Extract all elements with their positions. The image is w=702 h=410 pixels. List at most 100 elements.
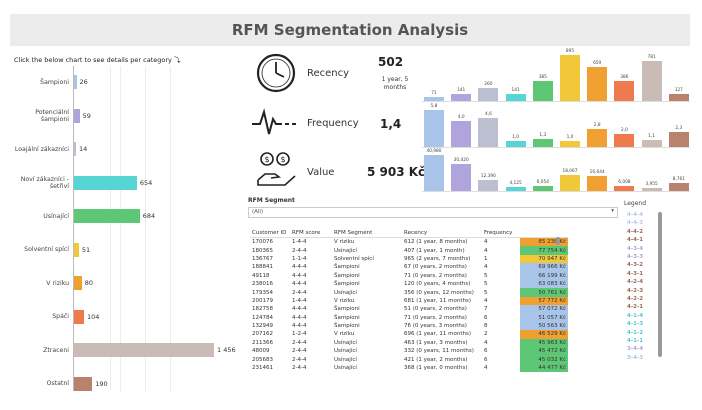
legend-item[interactable]: 4-1-3	[627, 321, 643, 327]
legend-item[interactable]: 4-3-2	[627, 262, 643, 268]
legend-item[interactable]: 4-1-4	[627, 313, 643, 319]
segment-bar[interactable]	[74, 276, 82, 290]
table-cell: 170076	[252, 239, 273, 246]
table-cell: V riziku	[334, 331, 355, 338]
table-row[interactable]: 180365 2-4-4 Usínající 407 (1 year, 1 month…	[250, 246, 568, 255]
table-row[interactable]: 200179 1-4-4 V riziku 681 (1 year, 11 month…	[250, 296, 568, 306]
table-cell: 1-1-4	[292, 255, 307, 262]
col-recency[interactable]: Recency	[402, 228, 482, 238]
legend-item[interactable]: 4-2-2	[627, 296, 643, 302]
metric-bar[interactable]	[478, 180, 499, 191]
metric-bar[interactable]	[505, 93, 526, 101]
legend-item[interactable]: 4-4-3	[627, 220, 643, 226]
metric-bar[interactable]	[668, 94, 689, 101]
metric-bar[interactable]	[424, 155, 444, 191]
legend-item[interactable]: 3-4-4	[627, 346, 643, 352]
table-cell: 6	[484, 314, 488, 321]
segment-bar[interactable]	[74, 75, 77, 89]
table-cell: 4-4-4	[292, 323, 307, 330]
table-cell: Usínající	[334, 348, 357, 355]
segment-bar[interactable]	[74, 108, 80, 123]
table-cell: 4	[484, 247, 488, 254]
segment-bar[interactable]	[74, 343, 214, 357]
metric-bar[interactable]	[641, 139, 662, 147]
segment-bar[interactable]	[74, 242, 79, 257]
metric-bar[interactable]	[424, 97, 444, 101]
legend-item[interactable]: 4-2-1	[627, 304, 643, 310]
table-row[interactable]: 231461 2-4-4 Usínající 368 (1 year, 0 month…	[250, 363, 568, 373]
col-customer-id[interactable]: Customer ID	[250, 228, 290, 238]
table-scrollbar[interactable]	[556, 237, 560, 245]
legend-item[interactable]: 4-3-4	[627, 246, 643, 252]
legend-item[interactable]: 4-4-4	[627, 212, 643, 218]
table-row[interactable]: 179354 2-4-4 Usínající 356 (0 years, 12 mon…	[250, 288, 568, 297]
metric-bar[interactable]	[587, 129, 608, 147]
table-row[interactable]: 132949 4-4-4 Šampioni 76 (0 years, 3 months…	[250, 321, 568, 331]
table-row[interactable]: 124784 4-4-4 Šampioni 71 (0 years, 2 months…	[250, 313, 568, 322]
table-cell: 4	[484, 339, 488, 346]
table-cell: 1	[484, 255, 488, 262]
metric-bar[interactable]	[641, 60, 662, 101]
segment-bar[interactable]	[74, 209, 140, 223]
bar-value-label: 1 456	[217, 346, 236, 354]
table-row[interactable]: 49118 4-4-4 Šampioni 71 (0 years, 2 months)…	[250, 271, 568, 280]
legend-item[interactable]: 4-2-3	[627, 288, 643, 294]
table-row[interactable]: 205683 2-4-4 Usínající 421 (1 year, 2 month…	[250, 355, 568, 364]
legend-item[interactable]: 4-3-1	[627, 271, 643, 277]
table-cell: 46 529 Kč	[520, 330, 568, 339]
table-row[interactable]: 211366 2-4-4 Usínající 463 (1 year, 3 month…	[250, 338, 568, 348]
table-cell: 211366	[252, 339, 273, 346]
metric-bar[interactable]	[668, 183, 689, 191]
metric-bar[interactable]	[505, 187, 526, 191]
metric-bar[interactable]	[641, 187, 662, 191]
metric-bar[interactable]	[560, 140, 580, 147]
col-frequency[interactable]: Frequency	[482, 228, 520, 238]
table-row[interactable]: 188841 4-4-4 Šampioni 67 (0 years, 2 months…	[250, 263, 568, 272]
metric-bar[interactable]	[560, 175, 580, 191]
metric-bar[interactable]	[560, 55, 580, 101]
table-row[interactable]: 48009 2-4-4 Usínající 332 (0 years, 11 mont…	[250, 347, 568, 356]
money-hand-icon: $ $	[257, 152, 296, 186]
table-row[interactable]: 136767 1-1-4 Solventní spící 965 (2 years, …	[250, 254, 568, 264]
metric-bar[interactable]	[451, 93, 472, 101]
metric-bar[interactable]	[532, 185, 553, 191]
metric-bar[interactable]	[614, 81, 635, 101]
segment-bar[interactable]	[74, 175, 137, 190]
metric-bar[interactable]	[532, 138, 553, 147]
legend-item[interactable]: 4-4-1	[627, 237, 643, 243]
table-cell: Usínající	[334, 289, 357, 296]
metric-bar[interactable]	[478, 87, 499, 101]
metric-bar[interactable]	[587, 176, 608, 191]
metric-bar[interactable]	[668, 132, 689, 147]
legend-item[interactable]: 4-4-2	[627, 229, 643, 235]
segment-bar[interactable]	[74, 309, 84, 324]
value-value: 5 903 Kč	[367, 165, 426, 179]
col-rfm-score[interactable]: RFM score	[290, 228, 332, 238]
metric-bar[interactable]	[451, 164, 472, 191]
metric-bar[interactable]	[505, 140, 526, 147]
metric-bar[interactable]	[587, 67, 608, 101]
table-row[interactable]: 207162 1-2-4 V riziku 696 (1 year, 11 month…	[250, 330, 568, 339]
segment-bar[interactable]	[74, 376, 93, 391]
metric-bar[interactable]	[424, 110, 444, 147]
segment-bar[interactable]	[74, 142, 76, 156]
legend-item[interactable]: 4-3-3	[627, 254, 643, 260]
metric-bar[interactable]	[451, 121, 472, 147]
table-row[interactable]: 182758 4-4-4 Šampioni 51 (0 years, 2 months…	[250, 305, 568, 314]
metric-bar[interactable]	[614, 134, 635, 147]
legend-item[interactable]: 4-2-4	[627, 279, 643, 285]
table-row[interactable]: 170076 1-4-4 V riziku 612 (1 year, 8 months…	[250, 237, 568, 247]
table-cell: 4-4-4	[292, 306, 307, 313]
legend-item[interactable]: 4-1-2	[627, 330, 643, 336]
segment-filter-dropdown[interactable]: (All) ▾	[248, 207, 618, 218]
legend-scrollbar[interactable]	[658, 212, 662, 357]
col-value[interactable]	[520, 228, 568, 238]
legend-item[interactable]: 3-4-3	[627, 355, 643, 361]
metric-bar[interactable]	[614, 185, 635, 191]
legend-item[interactable]: 4-1-1	[627, 338, 643, 344]
col-rfm-segment[interactable]: RFM Segment	[332, 228, 402, 238]
metric-bar[interactable]	[532, 81, 553, 101]
bar-value-label: 190	[95, 379, 108, 388]
table-row[interactable]: 238016 4-4-4 Šampioni 120 (0 years, 4 month…	[250, 279, 568, 289]
metric-bar[interactable]	[478, 117, 499, 147]
